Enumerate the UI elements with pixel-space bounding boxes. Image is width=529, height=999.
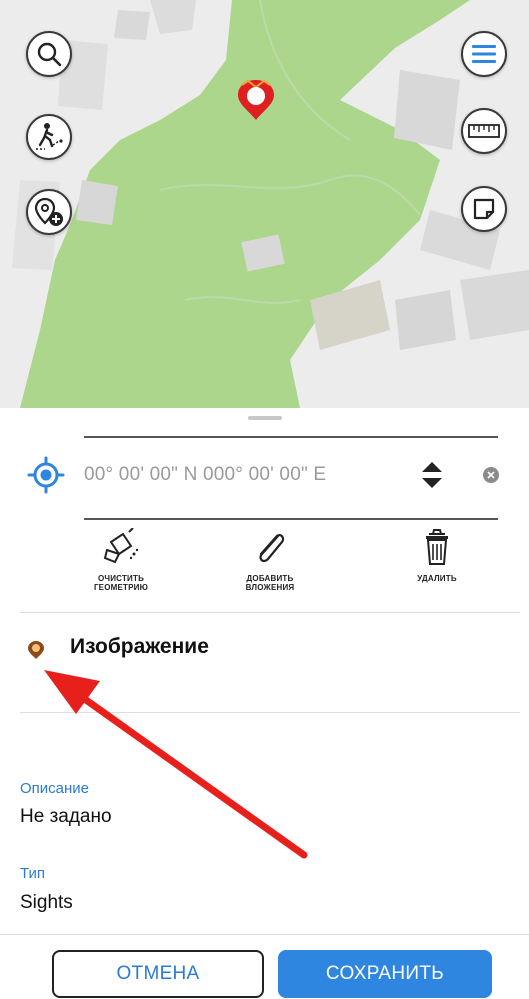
type-value[interactable]: Sights xyxy=(20,892,73,914)
map-view[interactable] xyxy=(0,0,529,408)
paperclip-icon xyxy=(250,526,290,568)
description-label: Описание xyxy=(20,780,90,797)
divider xyxy=(84,518,498,520)
add-attachments-button[interactable]: ДОБАВИТЬ ВЛОЖЕНИЯ xyxy=(205,526,335,612)
add-location-icon xyxy=(33,196,65,228)
menu-button[interactable] xyxy=(461,31,507,77)
hamburger-menu-icon xyxy=(472,44,496,64)
layer-title: Изображение xyxy=(70,635,209,658)
my-location-icon[interactable] xyxy=(26,455,66,495)
search-icon xyxy=(36,41,62,67)
layer-marker-icon xyxy=(26,640,46,660)
divider xyxy=(20,612,520,613)
track-walk-button[interactable] xyxy=(26,114,72,160)
swap-arrows-icon[interactable] xyxy=(420,458,444,492)
ruler-button[interactable] xyxy=(461,108,507,154)
clear-geometry-button[interactable]: ОЧИСТИТЬ ГЕОМЕТРИЮ xyxy=(56,526,186,612)
coordinates-row: 00° 00' 00" N 000° 00' 00" E xyxy=(0,434,529,524)
divider xyxy=(0,934,529,935)
add-place-button[interactable] xyxy=(26,189,72,235)
note-icon xyxy=(472,197,496,221)
map-background xyxy=(0,0,529,408)
divider xyxy=(84,436,498,438)
eraser-icon xyxy=(101,526,141,568)
ruler-icon xyxy=(468,124,500,138)
walking-person-icon xyxy=(33,121,65,153)
layer-row[interactable]: Изображение xyxy=(0,626,529,686)
description-value[interactable]: Не задано xyxy=(20,806,112,828)
delete-label: УДАЛИТЬ xyxy=(417,574,457,583)
add-attachments-label: ДОБАВИТЬ ВЛОЖЕНИЯ xyxy=(245,574,295,592)
notes-button[interactable] xyxy=(461,186,507,232)
clear-geometry-label: ОЧИСТИТЬ ГЕОМЕТРИЮ xyxy=(93,574,149,592)
feature-edit-sheet: 00° 00' 00" N 000° 00' 00" E ОЧИСТИТЬ ГЕ… xyxy=(0,408,529,999)
save-button[interactable]: СОХРАНИТЬ xyxy=(278,950,492,998)
sheet-drag-handle[interactable] xyxy=(248,416,282,420)
clear-icon[interactable] xyxy=(482,466,500,484)
feature-tools: ОЧИСТИТЬ ГЕОМЕТРИЮ ДОБАВИТЬ ВЛОЖЕНИЯ УДА… xyxy=(0,526,529,612)
type-label: Тип xyxy=(20,865,46,882)
coordinates-input[interactable]: 00° 00' 00" N 000° 00' 00" E xyxy=(84,464,326,486)
search-button[interactable] xyxy=(26,31,72,77)
trash-icon xyxy=(417,526,457,568)
location-pin-icon[interactable] xyxy=(234,78,278,127)
delete-button[interactable]: УДАЛИТЬ xyxy=(372,526,502,612)
cancel-button[interactable]: ОТМЕНА xyxy=(52,950,264,998)
divider xyxy=(20,712,520,713)
